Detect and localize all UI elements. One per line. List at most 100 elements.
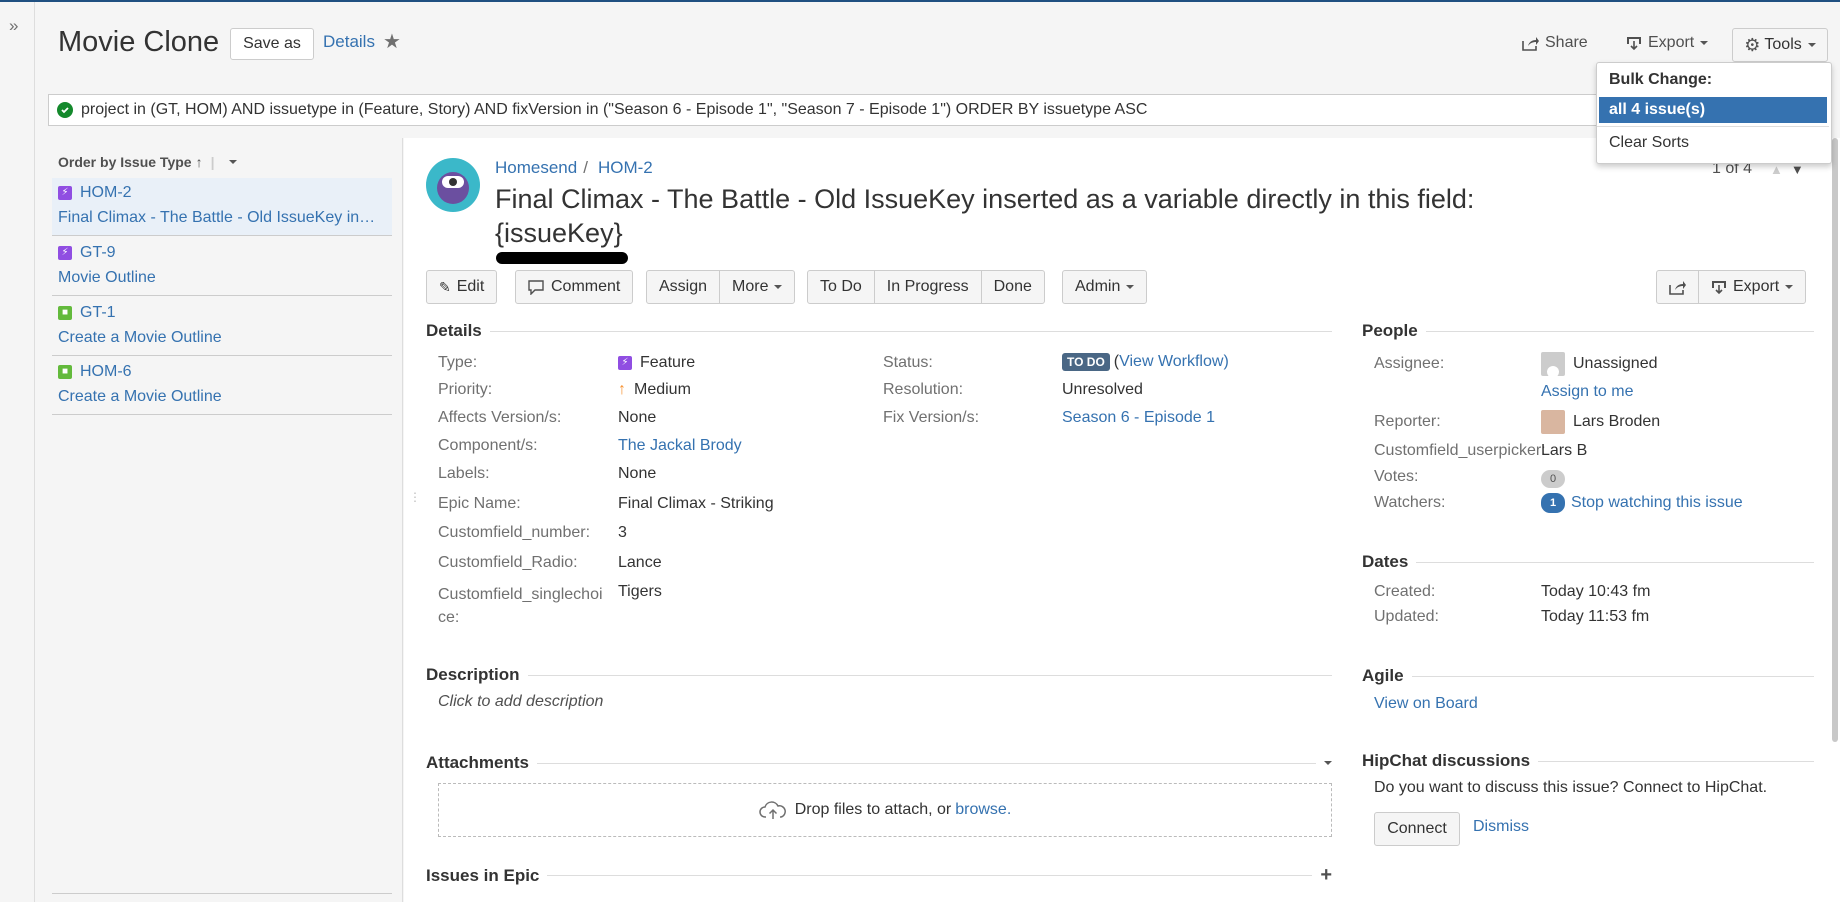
more-label: More bbox=[732, 278, 769, 295]
gear-icon: ⚙ bbox=[1744, 34, 1761, 55]
panel-resize-handle[interactable]: ⋮ bbox=[409, 490, 421, 504]
assignee-text: Unassigned bbox=[1573, 355, 1658, 372]
assign-to-me-link[interactable]: Assign to me bbox=[1541, 383, 1633, 401]
share-icon bbox=[1669, 280, 1686, 295]
reporter-avatar bbox=[1541, 410, 1565, 434]
order-options-caret-icon[interactable] bbox=[228, 160, 237, 164]
more-button[interactable]: More bbox=[720, 271, 794, 303]
in-progress-button[interactable]: In Progress bbox=[875, 271, 982, 303]
fix-versions-label: Fix Version/s: bbox=[883, 409, 980, 426]
votes-value[interactable]: 0 bbox=[1541, 469, 1565, 488]
customfield-userpicker-label: Customfield_userpicker: bbox=[1374, 442, 1546, 459]
watchers-label: Watchers: bbox=[1374, 494, 1446, 511]
dismiss-link[interactable]: Dismiss bbox=[1473, 818, 1529, 836]
customfield-radio-value[interactable]: Lance bbox=[618, 554, 662, 572]
reporter-value[interactable]: Lars Broden bbox=[1541, 410, 1660, 434]
customfield-singlechoice-label: Customfield_singlechoi ce: bbox=[438, 583, 603, 629]
assign-more-group: Assign More bbox=[646, 270, 796, 304]
description-section-heading[interactable]: Description bbox=[426, 665, 1332, 685]
assignee-label: Assignee: bbox=[1374, 355, 1445, 372]
breadcrumb-project[interactable]: Homesend bbox=[495, 158, 577, 178]
jql-query-bar[interactable]: project in (GT, HOM) AND issuetype in (F… bbox=[48, 94, 1832, 126]
issue-list-panel: Order by Issue Type ↑ | ⚡ HOM-2 Final Cli… bbox=[52, 138, 403, 902]
to-do-button[interactable]: To Do bbox=[808, 271, 875, 303]
redaction-mark bbox=[496, 252, 628, 264]
tools-label: Tools bbox=[1764, 36, 1802, 53]
type-label: Type: bbox=[438, 354, 478, 371]
description-placeholder[interactable]: Click to add description bbox=[438, 693, 603, 711]
customfield-singlechoice-value[interactable]: Tigers bbox=[618, 583, 662, 601]
reporter-text: Lars Broden bbox=[1573, 413, 1661, 430]
favourite-star-icon[interactable]: ★ bbox=[383, 29, 401, 54]
assign-button[interactable]: Assign bbox=[647, 271, 721, 303]
assignee-value[interactable]: Unassigned bbox=[1541, 352, 1658, 376]
save-as-button[interactable]: Save as bbox=[230, 28, 314, 60]
edit-button[interactable]: ✎ Edit bbox=[427, 271, 496, 303]
browse-link[interactable]: browse. bbox=[955, 801, 1011, 819]
issue-summary: Create a Movie Outline bbox=[58, 388, 222, 405]
priority-text: Medium bbox=[634, 381, 691, 398]
share-button[interactable]: Share bbox=[1522, 34, 1588, 52]
issue-list-item[interactable]: ■ GT-1 Create a Movie Outline bbox=[52, 298, 392, 356]
agile-section-heading[interactable]: Agile bbox=[1362, 666, 1814, 686]
components-label: Component/s: bbox=[438, 437, 538, 454]
breadcrumb-issue-key[interactable]: HOM-2 bbox=[598, 158, 653, 178]
dates-section-heading[interactable]: Dates bbox=[1362, 552, 1814, 572]
hipchat-section-heading[interactable]: HipChat discussions bbox=[1362, 751, 1814, 771]
details-link[interactable]: Details bbox=[323, 32, 375, 52]
export-menu-button[interactable]: Export bbox=[1626, 34, 1709, 52]
comment-button[interactable]: Comment bbox=[516, 271, 632, 303]
jql-query-text: project in (GT, HOM) AND issuetype in (F… bbox=[81, 101, 1148, 118]
sort-ascending-icon: ↑ bbox=[195, 154, 203, 170]
components-value[interactable]: The Jackal Brody bbox=[618, 437, 742, 455]
sidebar-collapse-rail[interactable]: » bbox=[0, 2, 35, 902]
votes-label: Votes: bbox=[1374, 468, 1419, 485]
issue-summary-title[interactable]: Final Climax - The Battle - Old IssueKey… bbox=[495, 182, 1474, 250]
story-icon: ■ bbox=[58, 365, 72, 379]
breadcrumb-separator: / bbox=[583, 158, 588, 177]
issue-list-item[interactable]: ⚡ GT-9 Movie Outline bbox=[52, 238, 392, 296]
fix-versions-value[interactable]: Season 6 - Episode 1 bbox=[1062, 409, 1215, 427]
created-value: Today 10:43 fm bbox=[1541, 583, 1651, 600]
watchers-count-badge[interactable]: 1 bbox=[1541, 493, 1565, 513]
issue-list-item[interactable]: ⚡ HOM-2 Final Climax - The Battle - Old I… bbox=[52, 178, 392, 236]
status-lozenge: TO DO bbox=[1062, 353, 1110, 371]
add-issue-plus-icon[interactable]: + bbox=[1320, 864, 1332, 887]
epic-name-value[interactable]: Final Climax - Striking bbox=[618, 495, 774, 513]
unassigned-avatar bbox=[1541, 352, 1565, 376]
priority-medium-icon: ↑ bbox=[618, 381, 626, 398]
stop-watching-link[interactable]: Stop watching this issue bbox=[1571, 494, 1743, 512]
done-button[interactable]: Done bbox=[982, 271, 1044, 303]
caret-down-icon bbox=[774, 285, 783, 289]
view-on-board-link[interactable]: View on Board bbox=[1374, 695, 1478, 713]
tools-menu-button[interactable]: ⚙ Tools bbox=[1732, 28, 1828, 62]
agile-heading-text: Agile bbox=[1362, 666, 1404, 685]
order-by-control[interactable]: Order by Issue Type ↑ | bbox=[58, 154, 237, 170]
details-section-heading[interactable]: Details bbox=[426, 321, 1332, 341]
labels-value[interactable]: None bbox=[618, 465, 656, 483]
customfield-number-value[interactable]: 3 bbox=[618, 524, 627, 542]
issue-key: GT-9 bbox=[80, 244, 116, 261]
vertical-scrollbar[interactable] bbox=[1832, 138, 1838, 742]
status-value: TO DO (View Workflow) bbox=[1062, 353, 1229, 371]
admin-button[interactable]: Admin bbox=[1063, 271, 1146, 303]
issue-export-button[interactable]: Export bbox=[1699, 271, 1805, 303]
customfield-userpicker-value[interactable]: Lars B bbox=[1541, 442, 1587, 460]
clear-sorts-item[interactable]: Clear Sorts bbox=[1609, 134, 1689, 152]
connect-button[interactable]: Connect bbox=[1374, 812, 1460, 846]
expand-sidebar-icon[interactable]: » bbox=[9, 16, 18, 36]
share-issue-button[interactable] bbox=[1657, 271, 1699, 303]
attachments-section-heading[interactable]: Attachments bbox=[426, 753, 1332, 773]
people-section-heading[interactable]: People bbox=[1362, 321, 1814, 341]
issue-summary: Movie Outline bbox=[58, 269, 156, 286]
cloud-upload-icon bbox=[759, 801, 786, 819]
bulk-change-all-issues-item[interactable]: all 4 issue(s) bbox=[1599, 97, 1827, 123]
view-workflow-link[interactable]: View Workflow bbox=[1119, 353, 1223, 371]
issues-in-epic-section-heading[interactable]: Issues in Epic + bbox=[426, 864, 1332, 887]
attachment-drop-zone[interactable]: Drop files to attach, or browse. bbox=[438, 783, 1332, 837]
pencil-icon: ✎ bbox=[439, 278, 451, 295]
issue-list-item[interactable]: ■ HOM-6 Create a Movie Outline bbox=[52, 357, 392, 415]
issue-key: HOM-6 bbox=[80, 363, 132, 380]
attachments-options-caret-icon[interactable] bbox=[1324, 761, 1332, 765]
export-icon bbox=[1712, 280, 1726, 294]
